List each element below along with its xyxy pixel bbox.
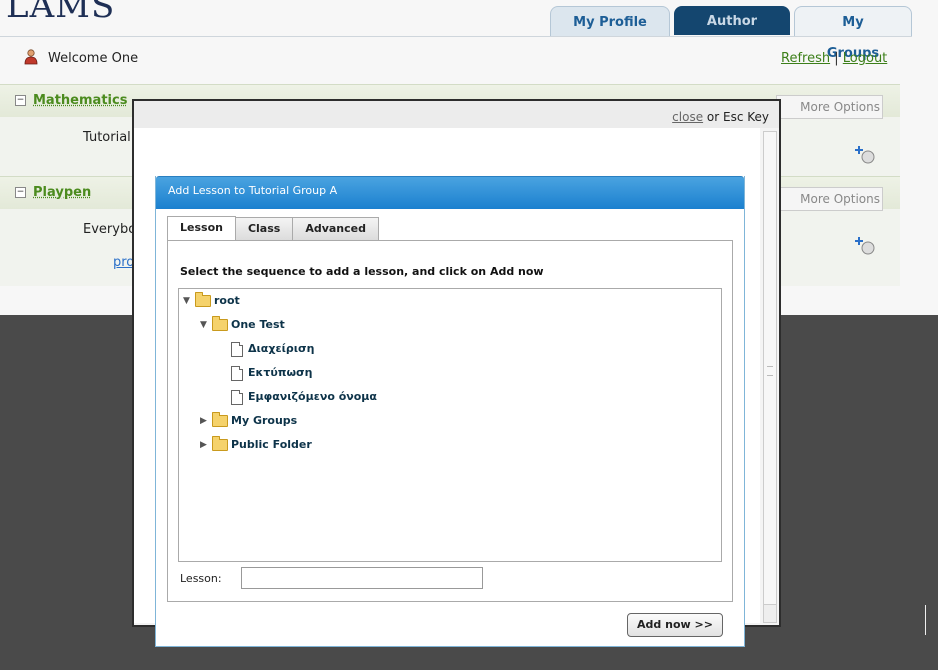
close-hint: close or Esc Key (672, 110, 769, 124)
expanded-arrow-icon[interactable]: ▼ (183, 293, 193, 309)
tab-lesson[interactable]: Lesson (167, 216, 236, 241)
dialog-tabs: Lesson Class Advanced (167, 216, 379, 242)
tab-advanced[interactable]: Advanced (292, 217, 379, 240)
tree-node-root[interactable]: ▼ root (183, 292, 240, 309)
welcome-text: Welcome One (48, 51, 139, 66)
refresh-link[interactable]: Refresh (781, 51, 830, 66)
close-link[interactable]: close (672, 110, 703, 124)
subgroup-name: Everybo (83, 222, 137, 237)
document-icon (231, 365, 243, 381)
tree-label: One Test (231, 318, 285, 331)
collapse-icon[interactable]: − (15, 95, 26, 106)
expanded-arrow-icon[interactable]: ▼ (200, 317, 210, 333)
logout-link[interactable]: Logout (843, 51, 888, 66)
more-options-button[interactable]: More Options (776, 187, 883, 211)
link-separator: | (834, 51, 839, 66)
modal-close-bar: close or Esc Key (134, 101, 779, 128)
scrollbar-grip-icon (767, 366, 773, 376)
add-lesson-icon[interactable] (855, 144, 875, 164)
folder-icon (212, 412, 228, 427)
top-links: Refresh | Logout (781, 51, 887, 66)
add-now-button[interactable]: Add now >> (627, 613, 723, 637)
modal-body: Add Lesson to Tutorial Group A Lesson Cl… (134, 128, 760, 647)
tab-my-groups[interactable]: My Groups (794, 6, 912, 61)
instruction-text: Select the sequence to add a lesson, and… (180, 265, 544, 278)
subgroup-name: Tutorial (83, 130, 131, 145)
dialog-title: Add Lesson to Tutorial Group A (156, 176, 744, 209)
user-bar: Welcome One Refresh | Logout (0, 36, 912, 83)
folder-icon (212, 436, 228, 451)
tree-node-public-folder[interactable]: ▶ Public Folder (200, 436, 312, 453)
tree-label: Public Folder (231, 438, 312, 451)
sequence-tree[interactable]: ▼ root ▼ One Test Διαχείριση Εκτύπωση Εμ… (178, 288, 722, 562)
user-icon (24, 49, 38, 65)
tree-node-lesson[interactable]: Εμφανιζόμενο όνομα (231, 389, 377, 405)
folder-open-icon (212, 316, 228, 331)
collapsed-arrow-icon[interactable]: ▶ (200, 437, 210, 453)
lesson-name-input[interactable] (241, 567, 483, 589)
tree-node-lesson[interactable]: Διαχείριση (231, 341, 314, 357)
modal-window: close or Esc Key Add Lesson to Tutorial … (132, 99, 781, 647)
folder-open-icon (195, 292, 211, 307)
document-icon (231, 389, 243, 405)
close-suffix: or Esc Key (703, 110, 769, 124)
top-tabs: My Profile Author My Groups (550, 6, 912, 61)
tree-label: Διαχείριση (248, 342, 315, 355)
document-icon (231, 341, 243, 357)
modal-scrollbar[interactable] (763, 131, 777, 623)
tab-class[interactable]: Class (234, 217, 294, 240)
lesson-field-label: Lesson: (180, 572, 222, 585)
group-title[interactable]: Playpen (33, 185, 91, 200)
tree-label: root (214, 294, 240, 307)
scrollbar-thumb[interactable] (764, 132, 776, 605)
tree-label: Εμφανιζόμενο όνομα (248, 390, 377, 403)
tab-author[interactable]: Author (674, 6, 790, 35)
group-title[interactable]: Mathematics (33, 93, 127, 108)
add-lesson-icon[interactable] (855, 235, 875, 255)
tree-node-my-groups[interactable]: ▶ My Groups (200, 412, 298, 429)
add-lesson-dialog: Add Lesson to Tutorial Group A Lesson Cl… (155, 176, 745, 647)
tree-node-one-test[interactable]: ▼ One Test (200, 316, 285, 333)
tree-label: Εκτύπωση (248, 366, 313, 379)
lesson-tab-panel: Select the sequence to add a lesson, and… (167, 240, 733, 602)
tab-my-profile[interactable]: My Profile (550, 6, 670, 36)
tree-node-lesson[interactable]: Εκτύπωση (231, 365, 312, 381)
more-options-button[interactable]: More Options (776, 95, 883, 119)
collapsed-arrow-icon[interactable]: ▶ (200, 413, 210, 429)
text-cursor (925, 605, 926, 635)
lams-logo: LAMS (6, 0, 116, 26)
collapse-icon[interactable]: − (15, 187, 26, 198)
tree-label: My Groups (231, 414, 298, 427)
